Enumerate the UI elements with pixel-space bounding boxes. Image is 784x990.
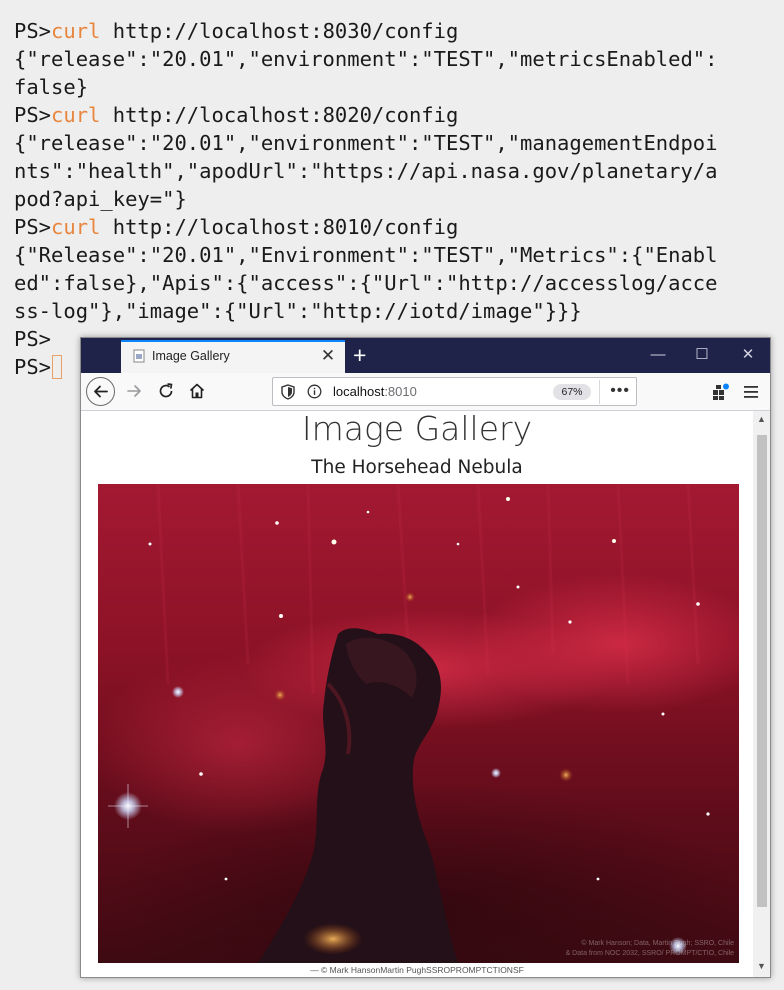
close-icon[interactable]: ✕ (319, 346, 337, 366)
terminal-line: PS>curl http://localhost:8010/config (14, 213, 784, 241)
window-close-icon[interactable]: ✕ (737, 344, 759, 366)
prompt-text: PS> (14, 355, 52, 379)
command-output: ed":false},"Apis":{"access":{"Url":"http… (14, 271, 718, 295)
url-host: localhost (333, 384, 385, 399)
maximize-icon[interactable]: ☐ (691, 344, 713, 366)
text-cursor[interactable] (52, 355, 63, 379)
prompt-text: PS> (14, 215, 52, 239)
command-args: http://localhost:8020/config (100, 103, 459, 127)
info-icon[interactable] (307, 384, 322, 399)
command-args: http://localhost:8030/config (100, 19, 459, 43)
command-name: curl (51, 19, 101, 43)
command-output: {"Release":"20.01","Environment":"TEST",… (14, 243, 718, 267)
address-bar[interactable]: localhost:8010 67% ••• (272, 377, 637, 406)
terminal-line: {"release":"20.01","environment":"TEST",… (14, 129, 784, 157)
command-output: pod?api_key="} (14, 187, 187, 211)
terminal-line: false} (14, 73, 784, 101)
scrollbar-thumb[interactable] (757, 435, 767, 907)
reload-icon[interactable] (157, 382, 175, 400)
minimize-icon[interactable]: — (647, 344, 669, 366)
image-watermark-2: & Data from NOC 2032, SSRO/ PROMPT/CTIO,… (566, 950, 735, 957)
command-output: nts":"health","apodUrl":"https://api.nas… (14, 159, 718, 183)
shield-icon[interactable] (281, 384, 295, 400)
terminal-line: PS>curl http://localhost:8020/config (14, 101, 784, 129)
terminal-line: ed":false},"Apis":{"access":{"Url":"http… (14, 269, 784, 297)
terminal-line: {"release":"20.01","environment":"TEST",… (14, 45, 784, 73)
browser-window: Image Gallery ✕ + — ☐ ✕ localhost:8010 6… (80, 337, 771, 978)
command-output: false} (14, 75, 89, 99)
extensions-icon[interactable] (711, 383, 729, 401)
command-args: http://localhost:8010/config (100, 215, 459, 239)
tab-title: Image Gallery (152, 349, 230, 363)
image-title: The Horsehead Nebula (311, 457, 523, 478)
url-port: :8010 (384, 384, 417, 399)
command-output: ss-log"},"image":{"Url":"http://iotd/ima… (14, 299, 582, 323)
back-icon (94, 385, 108, 398)
more-icon[interactable]: ••• (599, 380, 630, 404)
page-title: Image Gallery (301, 411, 533, 448)
page-icon (133, 349, 145, 363)
command-output: {"release":"20.01","environment":"TEST",… (14, 47, 718, 71)
prompt-text: PS> (14, 327, 52, 351)
tab-bar: Image Gallery ✕ + — ☐ ✕ (81, 338, 770, 373)
page-content: Image Gallery The Horsehead Nebula © Mar… (81, 411, 753, 977)
navigation-toolbar: localhost:8010 67% ••• (81, 373, 770, 411)
menu-icon[interactable] (743, 384, 759, 400)
new-tab-button[interactable]: + (353, 342, 366, 368)
prompt-text: PS> (14, 19, 52, 43)
forward-icon[interactable] (125, 382, 143, 400)
terminal-line: ss-log"},"image":{"Url":"http://iotd/ima… (14, 297, 784, 325)
image-caption: — © Mark HansonMartin PughSSROPROMPTCTIO… (310, 965, 524, 975)
back-button[interactable] (86, 377, 115, 406)
horsehead-nebula-image[interactable]: © Mark Hanson; Data, Martin Pugh; SSRO, … (98, 484, 739, 963)
terminal-line: PS>curl http://localhost:8030/config (14, 17, 784, 45)
command-output: {"release":"20.01","environment":"TEST",… (14, 131, 718, 155)
zoom-indicator[interactable]: 67% (553, 384, 591, 400)
terminal-line: pod?api_key="} (14, 185, 784, 213)
url-text[interactable]: localhost:8010 (333, 384, 417, 399)
scroll-down-icon[interactable]: ▼ (755, 961, 768, 971)
scroll-up-icon[interactable]: ▲ (755, 414, 768, 424)
command-name: curl (51, 103, 101, 127)
terminal-line: nts":"health","apodUrl":"https://api.nas… (14, 157, 784, 185)
command-name: curl (51, 215, 101, 239)
vertical-scrollbar[interactable]: ▲ ▼ (753, 411, 770, 977)
image-watermark-1: © Mark Hanson; Data, Martin Pugh; SSRO, … (581, 939, 734, 947)
terminal-line: {"Release":"20.01","Environment":"TEST",… (14, 241, 784, 269)
tab-image-gallery[interactable]: Image Gallery ✕ (121, 340, 345, 373)
home-icon[interactable] (188, 382, 206, 400)
prompt-text: PS> (14, 103, 52, 127)
